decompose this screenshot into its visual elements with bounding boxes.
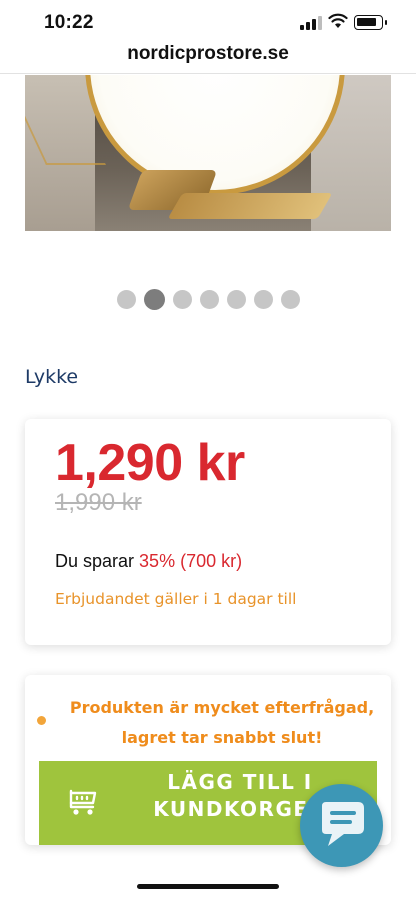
savings-value: 35% (700 kr) [139,551,243,571]
cart-icon [69,789,97,815]
chat-icon [322,802,364,846]
brand-link[interactable]: Lykke [25,366,78,388]
home-indicator[interactable] [137,884,279,889]
stock-warning-line2: lagret tar snabbt slut! [121,728,323,747]
address-bar[interactable]: nordicprostore.se [0,40,416,74]
carousel-dots [0,289,416,310]
signal-icon [300,16,322,30]
battery-icon [354,15,387,30]
original-price: 1,990 kr [55,489,142,516]
status-bar: 10:22 [0,0,416,40]
carousel-dot[interactable] [226,290,246,309]
stock-warning: Produkten är mycket efterfrågad, lagret … [65,693,379,753]
stock-warning-dot [37,716,46,725]
carousel-dot[interactable] [280,290,300,309]
savings-text: Du sparar 35% (700 kr) [55,551,242,572]
product-image[interactable] [25,75,391,231]
carousel-dot[interactable] [116,290,136,309]
carousel-dot[interactable] [253,290,273,309]
current-price: 1,290 kr [55,434,245,492]
offer-text: Erbjudandet gäller i 1 dagar till [55,590,297,608]
carousel-dot[interactable] [199,290,219,309]
url-text: nordicprostore.se [127,43,289,64]
wifi-icon [328,13,348,28]
carousel-dot[interactable] [172,290,192,309]
chat-button[interactable] [300,784,383,867]
carousel-dot-active[interactable] [143,289,165,310]
savings-prefix: Du sparar [55,551,140,571]
price-card: 1,290 kr 1,990 kr Du sparar 35% (700 kr)… [25,419,391,645]
clock: 10:22 [44,12,94,33]
stock-warning-line1: Produkten är mycket efterfrågad, [69,698,375,717]
